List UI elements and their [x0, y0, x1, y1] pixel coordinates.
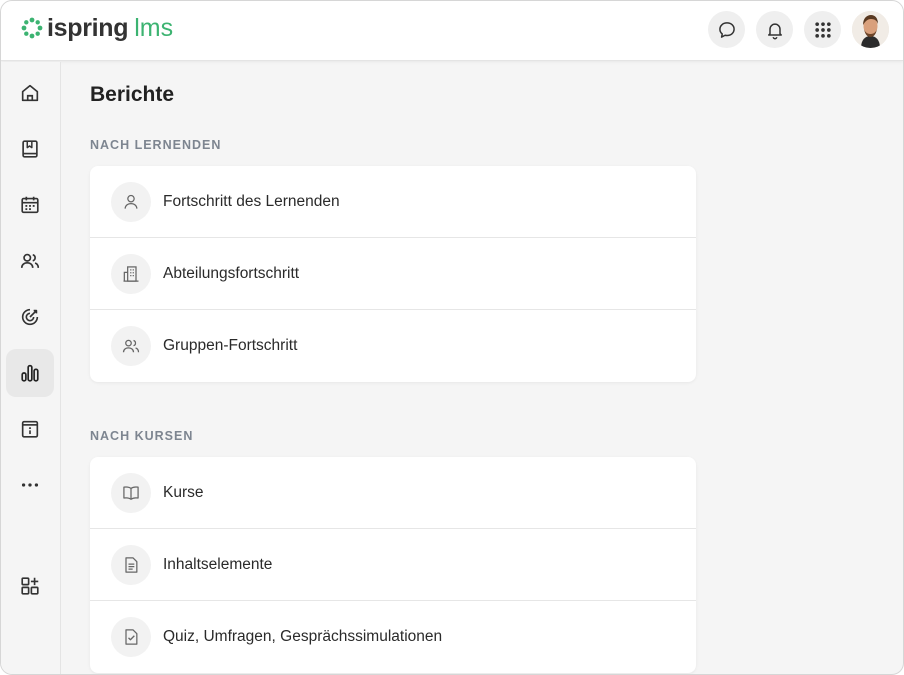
sidebar-item-info[interactable] [6, 405, 54, 453]
book-icon [22, 140, 38, 158]
row-icon-container [111, 326, 151, 366]
calendar-icon [21, 196, 39, 214]
report-label: Fortschritt des Lernenden [163, 192, 340, 210]
page-title: Berichte [90, 83, 175, 106]
avatar[interactable] [852, 11, 889, 48]
sidebar-item-calendar[interactable] [6, 181, 54, 229]
report-content-items[interactable]: Inhaltselemente [90, 529, 696, 601]
more-icon [21, 483, 39, 487]
brand-name: ispring [47, 13, 129, 42]
info-card-icon [21, 420, 39, 438]
section-label-learners: NACH LERNENDEN [90, 138, 222, 152]
app-window: ispring lms Berichte NACH LERNENDEN Fort… [0, 0, 904, 675]
avatar-image [852, 11, 889, 48]
row-icon-container [111, 181, 151, 222]
sidebar [1, 62, 61, 674]
sidebar-item-reports[interactable] [6, 349, 54, 397]
report-label: Kurse [163, 483, 204, 501]
user-icon [124, 194, 138, 209]
sidebar-item-courses[interactable] [6, 125, 54, 173]
header-actions [708, 11, 889, 48]
apps-button[interactable] [804, 11, 841, 48]
top-bar: ispring lms [1, 1, 903, 61]
report-quizzes-surveys[interactable]: Quiz, Umfragen, Gesprächssimulationen [90, 601, 696, 673]
document-icon [125, 556, 138, 573]
ispring-logo-icon [21, 17, 43, 39]
chat-button[interactable] [708, 11, 745, 48]
chat-icon [718, 21, 735, 38]
sidebar-item-add-widget[interactable] [6, 562, 54, 610]
learners-reports-card: Fortschritt des Lernenden Abteilungsfort… [90, 166, 696, 382]
report-courses[interactable]: Kurse [90, 457, 696, 529]
section-label-courses: NACH KURSEN [90, 429, 194, 443]
report-label: Inhaltselemente [163, 555, 273, 573]
open-book-icon [123, 485, 139, 500]
report-label: Gruppen-Fortschritt [163, 337, 298, 354]
report-learner-progress[interactable]: Fortschritt des Lernenden [90, 166, 696, 238]
brand-product: lms [134, 13, 174, 42]
main-content: Berichte NACH LERNENDEN Fortschritt des … [62, 62, 903, 674]
row-icon-container [111, 253, 151, 294]
building-icon [123, 265, 139, 282]
sidebar-item-more[interactable] [6, 461, 54, 509]
add-widget-icon [21, 577, 39, 595]
bar-chart-icon [21, 364, 39, 382]
sidebar-item-home[interactable] [6, 69, 54, 117]
row-icon-container [111, 617, 151, 657]
report-label: Abteilungsfortschritt [163, 264, 300, 282]
report-group-progress[interactable]: Gruppen-Fortschritt [90, 310, 696, 382]
target-icon [21, 308, 39, 326]
bell-icon [767, 22, 782, 39]
report-department-progress[interactable]: Abteilungsfortschritt [90, 238, 696, 310]
row-icon-container [111, 472, 151, 513]
users-icon [20, 253, 40, 268]
apps-grid-icon [814, 21, 831, 38]
checklist-icon [125, 629, 138, 645]
home-icon [21, 84, 39, 102]
report-label: Quiz, Umfragen, Gesprächssimulationen [163, 628, 443, 645]
courses-reports-card: Kurse Inhaltselemente Quiz, Umfragen, Ge… [90, 457, 696, 673]
row-icon-container [111, 544, 151, 585]
logo[interactable]: ispring lms [20, 13, 173, 43]
sidebar-item-goals[interactable] [6, 293, 54, 341]
sidebar-item-users[interactable] [6, 237, 54, 285]
group-icon [122, 339, 140, 353]
notifications-button[interactable] [756, 11, 793, 48]
